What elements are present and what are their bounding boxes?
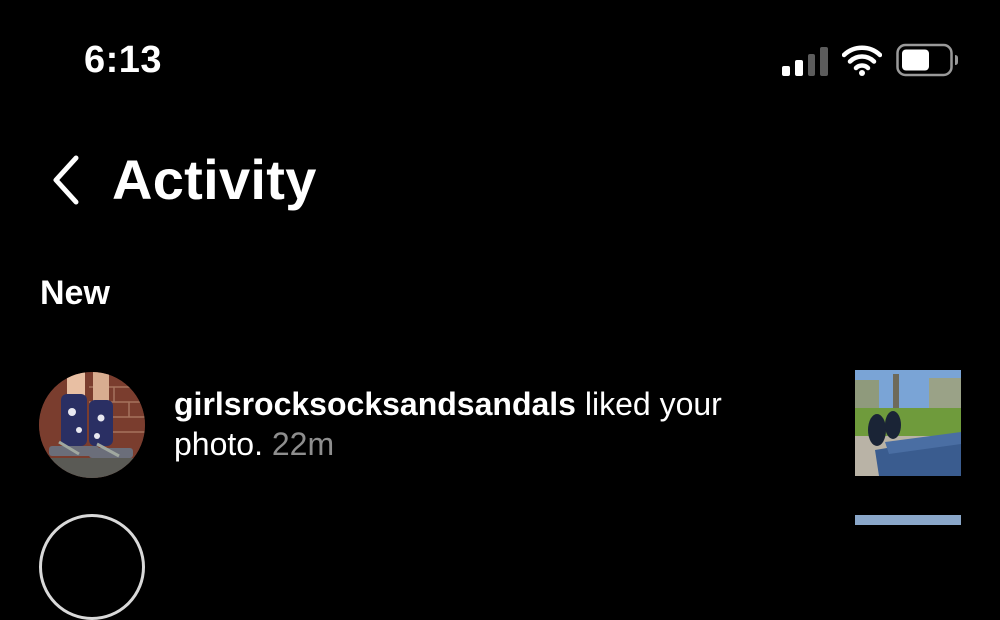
post-thumbnail-photo [855, 370, 961, 476]
status-bar: 6:13 [0, 0, 1000, 110]
post-thumbnail[interactable] [855, 370, 961, 476]
post-thumbnail [855, 515, 961, 525]
status-time: 6:13 [84, 39, 163, 81]
next-notification-row-partial [0, 510, 1000, 620]
page-title: Activity [112, 148, 317, 211]
avatar[interactable] [39, 372, 145, 478]
cellular-signal-icon [782, 44, 828, 76]
notification-username[interactable]: girlsrocksocksandsandals [174, 386, 576, 422]
avatar [39, 514, 145, 620]
notification-row[interactable]: girlsrocksocksandsandals liked your phot… [0, 360, 1000, 490]
status-icons [782, 42, 960, 78]
chevron-left-icon[interactable] [48, 152, 84, 208]
header: Activity [0, 140, 1000, 220]
wifi-icon [842, 45, 882, 76]
notification-time: 22m [262, 426, 335, 462]
section-heading-new: New [40, 274, 110, 312]
notification-text: girlsrocksocksandsandals liked your phot… [174, 384, 794, 464]
avatar-photo [39, 372, 145, 478]
battery-icon [896, 43, 958, 77]
